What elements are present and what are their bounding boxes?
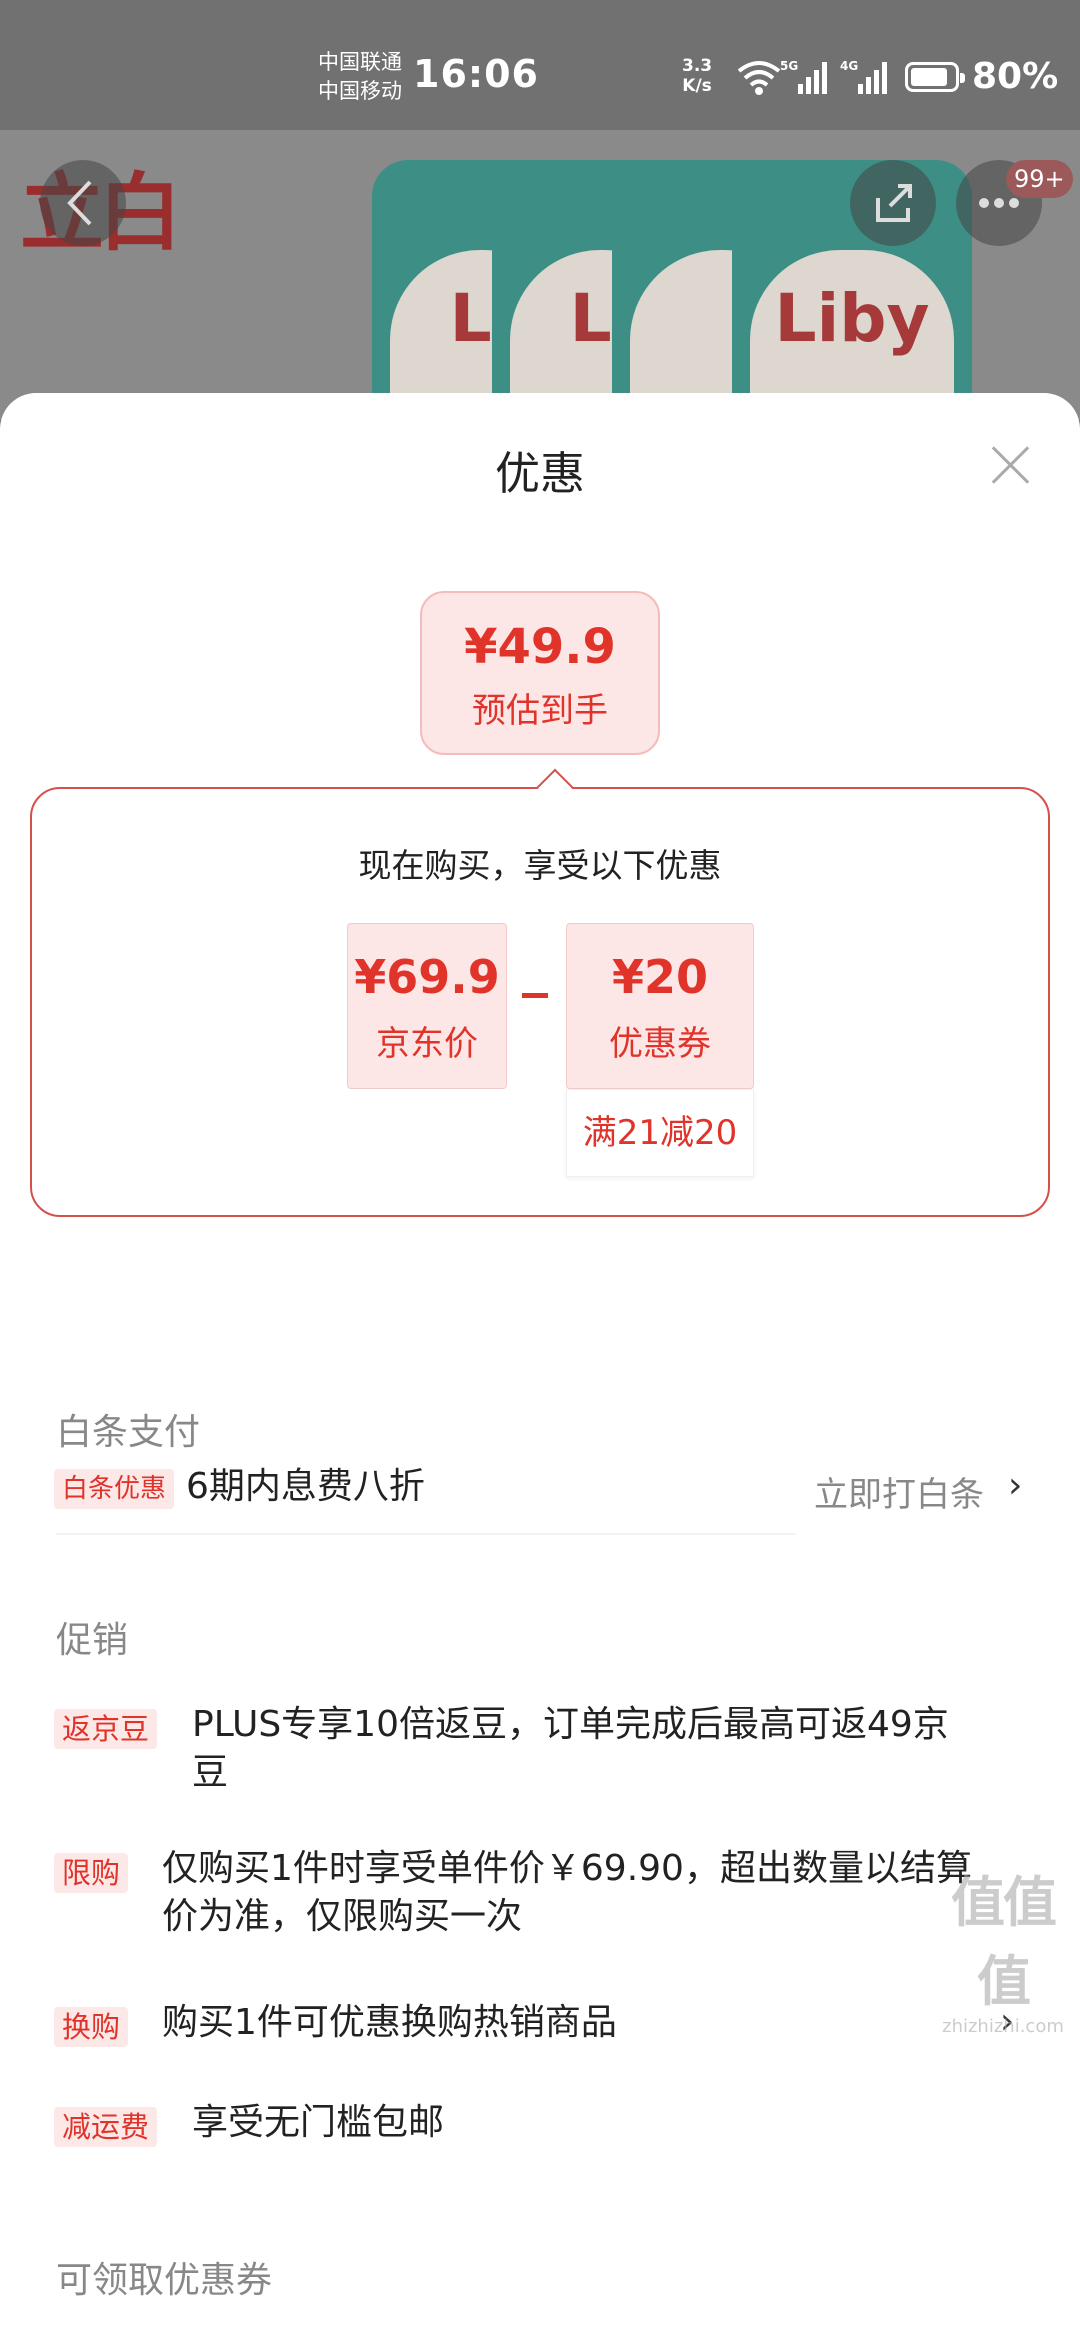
estimated-price-box: ¥49.9 预估到手 bbox=[420, 591, 660, 755]
net-speed: 3.3 K/s bbox=[682, 56, 712, 96]
clock: 16:06 bbox=[413, 52, 539, 96]
divider bbox=[56, 1533, 796, 1535]
estimated-price: ¥49.9 bbox=[464, 619, 616, 675]
promo-tag-shipping: 减运费 bbox=[54, 2107, 158, 2147]
watermark: 值值值 zhizhizhi.com bbox=[926, 1858, 1080, 2037]
net-speed-unit: K/s bbox=[682, 76, 712, 96]
carrier-2: 中国移动 bbox=[318, 79, 402, 103]
share-button[interactable] bbox=[850, 160, 936, 246]
signal-5g-label: 5G bbox=[780, 59, 798, 73]
more-badge: 99+ bbox=[1006, 160, 1073, 198]
estimated-price-label: 预估到手 bbox=[472, 691, 608, 731]
coupons-section-title: 可领取优惠券 bbox=[56, 2260, 273, 2301]
breakdown-title: 现在购买，享受以下优惠 bbox=[358, 846, 722, 885]
promo-text-shipping: 享受无门槛包邮 bbox=[192, 2102, 445, 2143]
chevron-left-icon bbox=[67, 180, 92, 226]
jd-price-card: ¥69.9 京东价 bbox=[347, 923, 507, 1089]
signal-5g-icon: 5G bbox=[780, 59, 827, 94]
back-button[interactable] bbox=[40, 160, 126, 246]
coupon-rule: 满21减20 bbox=[566, 1089, 754, 1177]
watermark-main: 值值值 bbox=[951, 1871, 1057, 2013]
share-icon bbox=[876, 184, 912, 222]
battery-icon bbox=[905, 62, 965, 92]
net-speed-value: 3.3 bbox=[682, 56, 713, 76]
coupon-card: ¥20 优惠券 bbox=[566, 923, 754, 1089]
status-bar: 中国联通 中国移动 16:06 3.3 K/s 5G 4G 80% bbox=[0, 0, 1080, 130]
promo-tag-jingdou: 返京豆 bbox=[54, 1709, 158, 1749]
promo-text-exchange[interactable]: 购买1件可优惠换购热销商品 bbox=[162, 1999, 617, 2047]
promo-text-limit: 仅购买1件时享受单件价￥69.90，超出数量以结算 价为准，仅限购买一次 bbox=[162, 1848, 972, 1937]
baitiao-action[interactable]: 立即打白条 bbox=[814, 1467, 984, 1516]
coupon-amount: ¥20 bbox=[611, 950, 709, 1004]
pouch-brand-text: Liby bbox=[774, 280, 930, 357]
promotions-section-title: 促销 bbox=[56, 1620, 129, 1661]
jd-price-label: 京东价 bbox=[376, 1024, 478, 1064]
sheet-title: 优惠 bbox=[494, 447, 585, 500]
signal-4g-icon: 4G bbox=[840, 59, 887, 94]
price-breakdown: 现在购买，享受以下优惠 ¥69.9 京东价 ¥20 优惠券 满21减20 bbox=[30, 768, 1050, 1217]
carrier-1: 中国联通 bbox=[318, 50, 402, 74]
coupon-label: 优惠券 bbox=[609, 1024, 711, 1064]
baitiao-section-title: 白条支付 bbox=[56, 1412, 201, 1453]
chevron-right-icon[interactable]: › bbox=[1008, 1465, 1022, 1506]
jd-price: ¥69.9 bbox=[354, 950, 500, 1004]
discount-sheet: 优惠 ¥49.9 预估到手 现在购买，享受以下优惠 ¥69.9 京东价 ¥20 … bbox=[0, 393, 1080, 2340]
baitiao-text: 6期内息费八折 bbox=[186, 1466, 425, 1507]
watermark-sub: zhizhizhi.com bbox=[942, 2016, 1064, 2037]
signal-4g-label: 4G bbox=[840, 59, 858, 73]
promo-tag-limit: 限购 bbox=[54, 1853, 129, 1893]
baitiao-tag: 白条优惠 bbox=[54, 1469, 175, 1509]
carrier-names: 中国联通 中国移动 bbox=[318, 48, 402, 106]
battery-percent: 80% bbox=[972, 56, 1059, 97]
promo-text-jingdou: PLUS专享10倍返豆，订单完成后最高可返49京 豆 bbox=[192, 1704, 949, 1793]
wifi-icon bbox=[737, 61, 781, 95]
close-icon[interactable] bbox=[988, 443, 1032, 487]
promo-tag-exchange[interactable]: 换购 bbox=[54, 2007, 129, 2047]
minus-sign bbox=[522, 993, 548, 998]
